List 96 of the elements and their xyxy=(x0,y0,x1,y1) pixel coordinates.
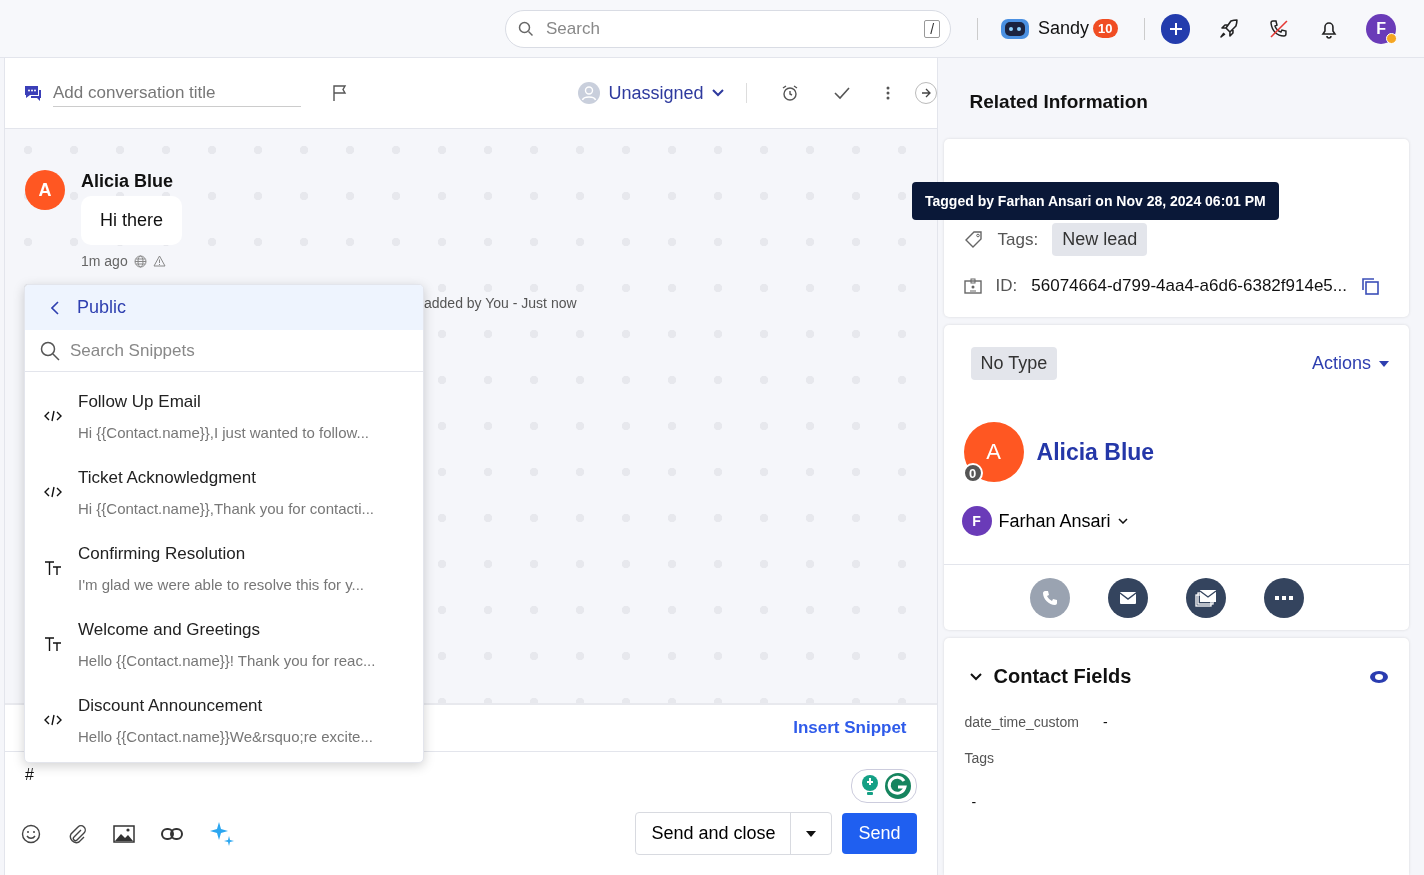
id-card-icon xyxy=(963,278,982,294)
more-icon xyxy=(1275,595,1294,600)
caret-icon xyxy=(806,830,817,837)
field-value: - xyxy=(1102,714,1108,730)
plus-icon xyxy=(1168,21,1183,36)
stacked-envelopes-icon xyxy=(1195,588,1218,607)
snippet-preview: Hi {{Contact.name}},I just wanted to follow... xyxy=(78,423,369,441)
person-icon xyxy=(578,82,601,104)
flag-icon[interactable] xyxy=(331,84,349,102)
snippet-search-field[interactable]: Search Snippets xyxy=(25,330,423,372)
code-icon xyxy=(44,410,62,422)
actions-dropdown[interactable]: Actions xyxy=(1311,353,1389,374)
code-icon xyxy=(44,486,62,498)
chevron-down-icon xyxy=(711,89,724,97)
insert-snippet-link[interactable]: Insert Snippet xyxy=(793,718,907,738)
snippet-preview: Hello {{Contact.name}}! Thank you for reac... xyxy=(78,651,376,669)
field-label: date_time_custom xyxy=(964,714,1079,730)
bulb-icon xyxy=(859,774,880,798)
snippet-title: Welcome and Greetings xyxy=(78,619,262,640)
user-switcher[interactable]: Sandy 10 xyxy=(1000,17,1118,40)
link-icon[interactable] xyxy=(161,827,183,840)
tags-label: Tags: xyxy=(997,229,1039,250)
activity-note: added by You - Just now xyxy=(424,295,577,311)
grammar-assistant[interactable] xyxy=(850,769,917,803)
contact-type-chip[interactable]: No Type xyxy=(970,347,1058,380)
section-heading: Contact Fields xyxy=(993,665,1132,688)
copy-icon[interactable] xyxy=(1361,277,1379,295)
id-label: ID: xyxy=(995,276,1018,296)
email-button[interactable] xyxy=(1108,577,1149,618)
snippet-folder-back[interactable]: Public xyxy=(25,285,423,330)
chevron-down-icon xyxy=(969,672,982,681)
assignee-dropdown[interactable]: Unassigned xyxy=(578,82,724,104)
avatar: A xyxy=(25,170,65,210)
user-name: Sandy xyxy=(1038,18,1090,39)
more-vertical-icon[interactable] xyxy=(884,85,891,101)
snippet-item[interactable]: Ticket Acknowledgment Hi {{Contact.name}},Thank you for contacti... xyxy=(25,454,423,530)
snippet-item[interactable]: Discount Announcement Hello {{Contact.name}}We&rsquo;re excite... xyxy=(25,682,423,758)
sender-name: Alicia Blue xyxy=(81,171,175,192)
text-size-icon xyxy=(44,560,62,576)
rocket-icon[interactable] xyxy=(1218,17,1241,40)
chevron-down-icon xyxy=(1117,518,1128,524)
count-badge: 0 xyxy=(962,463,983,483)
envelope-icon xyxy=(1119,590,1138,605)
owner-dropdown[interactable]: F Farhan Ansari xyxy=(961,506,1128,536)
field-label: Tags xyxy=(964,750,996,766)
snippet-preview: Hi {{Contact.name}},Thank you for contacti... xyxy=(78,499,374,517)
eye-icon[interactable] xyxy=(1369,669,1389,684)
conversation-title-field[interactable]: Add conversation title xyxy=(53,79,301,107)
code-icon xyxy=(44,714,62,726)
search-input[interactable]: Search xyxy=(544,17,915,40)
arrow-right-icon xyxy=(920,88,931,98)
snippet-title: Discount Announcement xyxy=(78,695,264,716)
g-logo-icon xyxy=(883,772,912,800)
message-time: 1m ago xyxy=(81,253,128,269)
tooltip: Tagged by Farhan Ansari on Nov 28, 2024 06:01 PM xyxy=(912,182,1279,220)
snippet-search-input[interactable]: Search Snippets xyxy=(68,339,423,362)
snippet-preview: I'm glad we were able to resolve this for y... xyxy=(78,575,365,593)
contact-avatar: A 0 xyxy=(963,422,1024,482)
emoji-icon[interactable] xyxy=(21,823,41,844)
add-button[interactable] xyxy=(1160,13,1191,44)
notification-badge: 10 xyxy=(1093,19,1118,38)
phone-icon xyxy=(1041,588,1060,607)
collapse-panel-button[interactable] xyxy=(914,82,937,104)
search-icon xyxy=(518,20,534,37)
send-button[interactable]: Send xyxy=(842,813,917,854)
warning-icon xyxy=(152,255,166,267)
conversation-id: 56074664-d799-4aa4-a6d6-6382f914e5... xyxy=(1031,276,1347,296)
message-text: # xyxy=(25,766,34,784)
snippet-title: Confirming Resolution xyxy=(78,543,247,564)
snippet-item[interactable]: Welcome and Greetings Hello {{Contact.name}}! Thank you for reac... xyxy=(25,606,423,682)
message-bubble: Hi there xyxy=(81,196,183,245)
search-field[interactable]: Search / xyxy=(505,9,952,48)
robot-icon xyxy=(1000,17,1031,40)
snippet-item[interactable]: Follow Up Email Hi {{Contact.name}},I just wanted to follow... xyxy=(25,378,423,454)
globe-icon xyxy=(133,254,147,268)
tag-chip[interactable]: New lead xyxy=(1052,223,1148,256)
caret-icon xyxy=(1379,360,1389,367)
chevron-left-icon xyxy=(51,300,59,315)
search-icon xyxy=(40,340,60,361)
more-button[interactable] xyxy=(1264,577,1305,618)
profile-avatar[interactable]: F xyxy=(1366,13,1396,44)
paperclip-icon[interactable] xyxy=(67,823,87,844)
contact-name[interactable]: Alicia Blue xyxy=(1036,438,1155,466)
panel-title: Related Information xyxy=(969,91,1149,113)
shortcut-key: / xyxy=(924,19,941,38)
chat-icon xyxy=(23,84,43,102)
text-size-icon xyxy=(44,636,62,652)
messages-button[interactable] xyxy=(1186,577,1227,618)
field-value: - xyxy=(971,794,978,810)
tag-icon xyxy=(963,230,984,249)
snippet-title: Follow Up Email xyxy=(78,391,202,412)
snippet-title: Ticket Acknowledgment xyxy=(78,467,257,488)
snippet-item[interactable]: Confirming Resolution I'm glad we were able to resolve this for y... xyxy=(25,530,423,606)
alarm-clock-icon[interactable] xyxy=(780,84,799,102)
snippet-preview: Hello {{Contact.name}}We&rsquo;re excite... xyxy=(78,727,373,745)
image-icon[interactable] xyxy=(113,824,135,843)
